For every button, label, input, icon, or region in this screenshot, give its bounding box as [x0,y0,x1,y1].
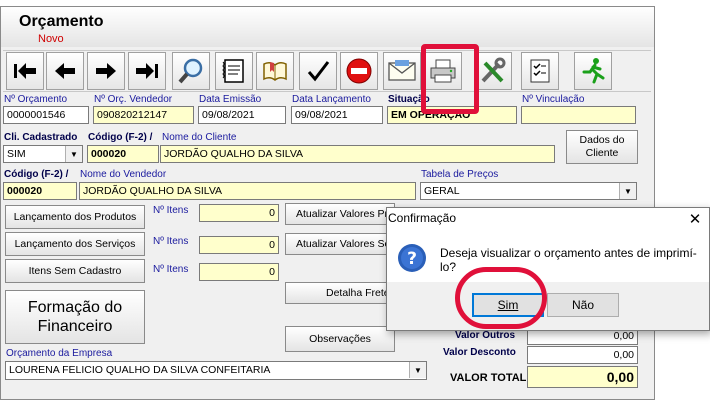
nome-cliente-field[interactable]: JORDÃO QUALHO DA SILVA [160,145,555,163]
nome-cliente-label: Nome do Cliente [162,132,237,143]
window-subtitle: Novo [38,33,64,45]
email-button[interactable] [383,52,421,90]
tabela-precos-label: Tabela de Preços [421,169,499,180]
svg-text:?: ? [407,249,417,269]
n-itens-servicos-label: Nº Itens [153,236,189,247]
next-record-icon [96,63,116,79]
atualizar-valores-produtos-button[interactable]: Atualizar Valores Pr [285,203,395,225]
nao-label: Não [571,298,594,312]
checkmark-icon [307,61,330,82]
data-lancamento-field[interactable]: 09/08/2021 [291,106,383,124]
book-icon [263,61,287,81]
search-button[interactable] [172,52,210,90]
cliente-codigo-field[interactable]: 000020 [87,145,159,163]
n-itens-sem-cadastro-field: 0 [199,263,279,281]
valor-desconto-label: Valor Desconto [443,347,516,358]
observacoes-button[interactable]: Observações [285,326,395,352]
n-itens-sem-cadastro-label: Nº Itens [153,264,189,275]
checklist-button[interactable] [521,52,559,90]
envelope-icon [388,60,416,81]
atualizar-valores-servicos-button[interactable]: Atualizar Valores Se [285,233,395,255]
print-highlight-annotation [421,44,479,114]
magnifier-icon [178,58,203,84]
lancamento-produtos-button[interactable]: Lançamento dos Produtos [5,205,145,229]
num-vinculacao-field[interactable] [521,106,636,124]
data-emissao-label: Data Emissão [199,94,262,105]
running-man-icon [582,58,605,84]
dialog-close-button[interactable]: ✕ [682,208,708,230]
cli-cadastrado-select[interactable]: SIM ▼ [3,145,83,163]
cli-cadastrado-label: Cli. Cadastrado [4,132,78,143]
valor-desconto-field[interactable]: 0,00 [527,346,638,364]
first-record-button[interactable] [6,52,44,90]
formacao-line2: Financeiro [37,318,113,335]
formacao-line1: Formação do [27,299,123,316]
last-record-icon [136,63,158,79]
n-itens-produtos-label: Nº Itens [153,205,189,216]
nome-vendedor-field[interactable]: JORDÃO QUALHO DA SILVA [79,182,416,200]
book-button[interactable] [256,52,294,90]
num-orc-vendedor-label: Nº Orç. Vendedor [94,94,173,105]
next-record-button[interactable] [87,52,125,90]
num-vinculacao-label: Nº Vinculação [522,94,585,105]
sim-highlight-annotation [455,267,547,329]
vendedor-codigo-field[interactable]: 000020 [3,182,77,200]
first-record-icon [14,63,36,79]
chevron-down-icon[interactable]: ▼ [409,362,426,378]
last-record-button[interactable] [128,52,166,90]
empresa-select[interactable]: LOURENA FELICIO QUALHO DA SILVA CONFEITA… [5,361,427,380]
detalha-frete-button[interactable]: Detalha Frete [285,282,395,304]
tools-button[interactable] [474,52,512,90]
empresa-value: LOURENA FELICIO QUALHO DA SILVA CONFEITA… [9,364,271,376]
checklist-icon [530,59,550,83]
confirm-button[interactable] [299,52,337,90]
itens-sem-cadastro-button[interactable]: Itens Sem Cadastro [5,259,145,283]
previous-record-icon [55,63,75,79]
dados-cliente-button[interactable]: Dados do Cliente [566,130,638,164]
question-icon: ? [397,243,427,273]
cancel-button[interactable] [340,52,378,90]
valor-outros-label: Valor Outros [455,330,516,341]
valor-total-field: 0,00 [527,366,638,388]
notes-icon [222,59,244,83]
cliente-codigo-label: Código (F-2) / [88,132,153,143]
window-title: Orçamento [19,13,104,30]
num-orc-vendedor-field[interactable]: 090820212147 [93,106,194,124]
tabela-precos-select[interactable]: GERAL ▼ [420,182,637,200]
num-orcamento-field[interactable]: 0000001546 [3,106,89,124]
num-orcamento-label: Nº Orçamento [4,94,68,105]
vendedor-codigo-label: Código (F-2) / [4,169,69,180]
data-lancamento-label: Data Lançamento [292,94,371,105]
tools-icon [481,57,506,83]
dados-cliente-line2: Cliente [585,147,619,159]
exit-button[interactable] [574,52,612,90]
data-emissao-field[interactable]: 09/08/2021 [198,106,286,124]
dialog-title: Confirmação [388,211,457,225]
lancamento-servicos-button[interactable]: Lançamento dos Serviços [5,232,145,256]
valor-total-label: VALOR TOTAL [450,372,527,384]
chevron-down-icon[interactable]: ▼ [619,183,636,199]
cli-cadastrado-value: SIM [7,148,26,160]
previous-record-button[interactable] [46,52,84,90]
tabela-precos-value: GERAL [424,185,460,197]
no-entry-icon [346,58,372,84]
empresa-label: Orçamento da Empresa [6,348,113,359]
formacao-financeiro-button[interactable]: Formação do Financeiro [5,290,145,344]
notes-button[interactable] [215,52,253,90]
nome-vendedor-label: Nome do Vendedor [80,169,167,180]
n-itens-servicos-field: 0 [199,236,279,254]
close-icon: ✕ [688,211,702,228]
chevron-down-icon[interactable]: ▼ [65,146,82,162]
n-itens-produtos-field: 0 [199,204,279,222]
dados-cliente-line1: Dados do [579,134,625,146]
nao-button[interactable]: Não [547,293,619,317]
